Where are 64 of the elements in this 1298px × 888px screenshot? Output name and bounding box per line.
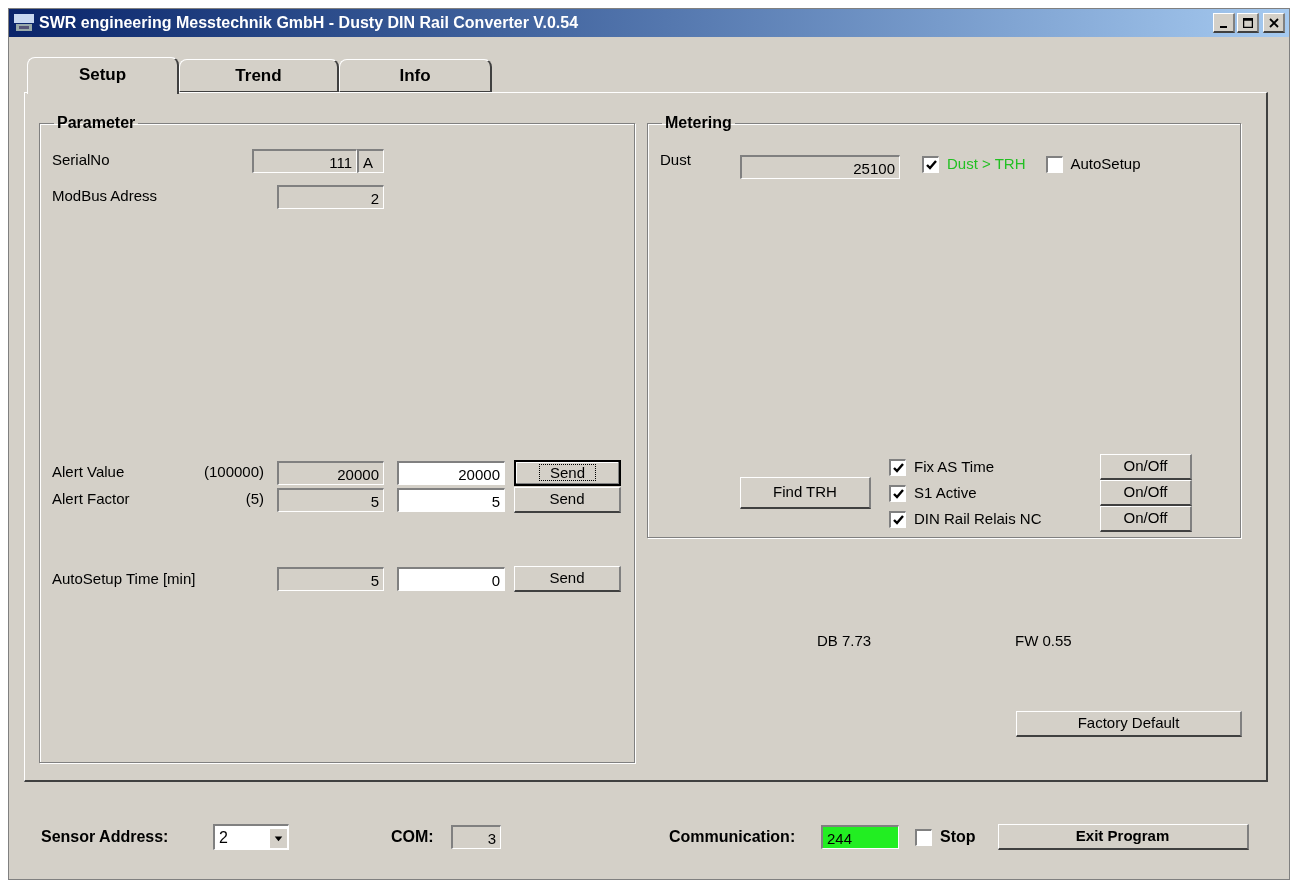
input-field[interactable]: 5 <box>397 487 505 512</box>
tab[interactable]: Info <box>339 59 492 92</box>
sensor-address-dropdown[interactable]: 2 <box>213 824 289 850</box>
field-label: AutoSetup Time [min] <box>52 568 197 589</box>
send-button[interactable]: Send <box>514 566 621 592</box>
toggle-button[interactable]: On/Off <box>1100 480 1192 506</box>
toggle-button[interactable]: On/Off <box>1100 454 1192 480</box>
field-label: ModBus Adress <box>52 186 159 206</box>
tab[interactable]: Trend <box>179 59 339 92</box>
group-title: Parameter <box>56 113 137 133</box>
window-title: SWR engineering Messtechnik GmbH - Dusty DIN Rail Converter V.0.54 <box>39 13 579 33</box>
close-icon <box>1268 17 1279 28</box>
find-trh-button[interactable]: Find TRH <box>740 477 871 509</box>
checkmark-icon <box>892 462 904 473</box>
range-label: (100000) <box>202 462 264 483</box>
app-logo-icon <box>13 13 35 33</box>
field-label: SerialNo <box>52 150 111 170</box>
field-label: COM: <box>391 827 435 847</box>
input-field[interactable]: 0 <box>397 567 505 591</box>
toggle-button[interactable]: On/Off <box>1100 506 1192 532</box>
tab[interactable]: Setup <box>27 57 179 94</box>
send-button[interactable]: Send <box>514 486 621 513</box>
checkmark-icon <box>925 159 937 170</box>
field-label: Communication: <box>669 827 797 847</box>
minimize-button[interactable] <box>1213 13 1235 33</box>
current-value-field: 5 <box>277 487 384 512</box>
firmware-version: FW 0.55 <box>1015 631 1072 651</box>
field-label: Alert Value <box>52 462 126 483</box>
option-label: S1 Active <box>914 482 978 503</box>
exit-program-button[interactable]: Exit Program <box>997 824 1249 850</box>
factory-default-button[interactable]: Factory Default <box>1016 710 1242 737</box>
option-label: Fix AS Time <box>914 456 996 477</box>
input-field[interactable]: 20000 <box>397 460 505 485</box>
database-version: DB 7.73 <box>817 631 873 651</box>
maximize-button[interactable] <box>1237 13 1259 33</box>
dust-value-field: 25100 <box>740 155 900 179</box>
modbus-address-field: 2 <box>277 185 384 209</box>
minimize-icon <box>1220 25 1227 28</box>
checkbox[interactable] <box>915 828 932 846</box>
field-label: Dust <box>660 150 692 170</box>
range-label: (5) <box>244 489 264 510</box>
checkbox[interactable] <box>889 458 906 476</box>
serial-suffix-field: A <box>357 149 384 173</box>
group-title: Metering <box>664 113 733 133</box>
com-port-field: 3 <box>451 825 501 849</box>
send-button[interactable]: Send <box>514 459 621 486</box>
checkbox[interactable] <box>889 510 906 528</box>
checkbox-label: Dust > TRH <box>947 154 1026 174</box>
option-label: DIN Rail Relais NC <box>914 508 1043 529</box>
checkmark-icon <box>892 514 904 525</box>
checkbox[interactable] <box>922 155 939 173</box>
field-label: Sensor Address: <box>41 827 170 847</box>
checkbox[interactable] <box>1045 155 1063 173</box>
checkbox-label: Stop <box>940 827 976 847</box>
checkmark-icon <box>892 488 904 499</box>
field-label: Alert Factor <box>52 489 131 510</box>
maximize-icon <box>1242 17 1253 28</box>
checkbox-label: AutoSetup <box>1070 154 1141 174</box>
current-value-field: 20000 <box>277 460 384 485</box>
serial-number-field: 111 <box>252 149 357 173</box>
checkbox[interactable] <box>889 484 906 502</box>
current-value-field: 5 <box>277 567 384 591</box>
communication-counter: 244 <box>821 825 899 849</box>
close-button[interactable] <box>1263 13 1285 33</box>
